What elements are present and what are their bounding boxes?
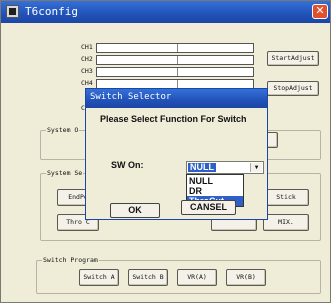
group-label: System O [46, 126, 80, 134]
dialog-title: Switch Selector [90, 92, 172, 102]
vr-b-button[interactable]: VR(B) [226, 269, 266, 286]
close-icon[interactable]: ✕ [312, 4, 328, 19]
dialog-title-bar[interactable]: Switch Selector [86, 89, 267, 108]
window-title: T6config [25, 5, 78, 18]
switch-b-button[interactable]: Switch B [128, 269, 168, 286]
option-dr[interactable]: DR [187, 186, 243, 196]
vr-a-button[interactable]: VR(A) [177, 269, 217, 286]
switch-function-select[interactable]: NULL ▼ [186, 161, 264, 174]
channel-bar [96, 43, 254, 53]
option-null[interactable]: NULL [187, 176, 243, 186]
start-adjust-button[interactable]: StartAdjust [267, 51, 319, 66]
mix-button[interactable]: MIX. [263, 214, 309, 231]
sw-on-label: SW On: [111, 160, 144, 170]
switch-a-button[interactable]: Switch A [79, 269, 119, 286]
channel-label: CH3 [81, 67, 93, 75]
channel-bar [96, 55, 254, 65]
ok-button[interactable]: OK [110, 203, 160, 218]
group-label: Switch Program [42, 256, 99, 264]
chevron-down-icon[interactable]: ▼ [250, 163, 262, 172]
channel-label: CH2 [81, 55, 93, 63]
app-icon [6, 5, 19, 18]
cancel-button[interactable]: CANSEL [181, 200, 236, 215]
channel-bar [96, 67, 254, 77]
group-label: System Se [46, 169, 84, 177]
channel-label: CH4 [81, 79, 93, 87]
switch-selector-dialog: Switch Selector Please Select Function F… [85, 88, 268, 220]
stick-button[interactable]: Stick [263, 189, 309, 206]
dialog-message: Please Select Function For Switch [100, 114, 247, 124]
title-bar[interactable]: T6config ✕ [1, 1, 330, 23]
stop-adjust-button[interactable]: StopAdjust [267, 81, 319, 96]
selected-value: NULL [188, 162, 216, 172]
t6config-window: T6config ✕ CH1 CH2 CH3 CH4 C StartAdjust… [0, 0, 331, 303]
channel-label: CH1 [81, 43, 93, 51]
